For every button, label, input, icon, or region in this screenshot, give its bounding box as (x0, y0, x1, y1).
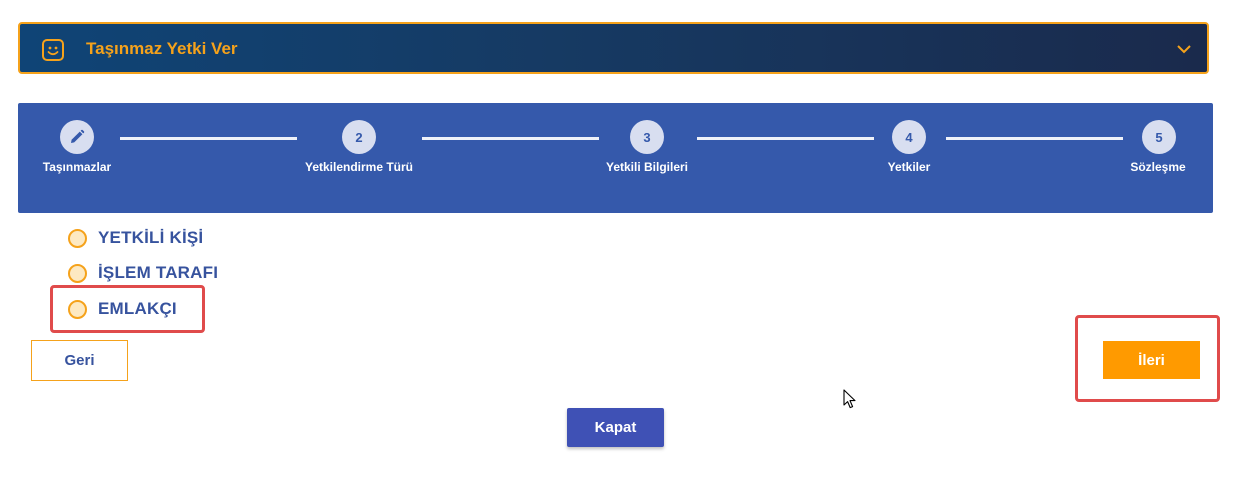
radio-option-yetkili-kisi[interactable]: YETKİLİ KİŞİ (68, 226, 203, 250)
next-button[interactable]: İleri (1103, 341, 1200, 379)
accordion-header[interactable]: Taşınmaz Yetki Ver (18, 22, 1209, 74)
stepper: 2 3 4 5 Taşınmazlar Yetkilendirme Türü Y… (18, 103, 1213, 213)
step-4-label: Yetkiler (887, 160, 931, 174)
step-1-circle[interactable] (60, 120, 94, 154)
step-connector (120, 137, 297, 140)
step-3-label: Yetkili Bilgileri (605, 160, 689, 174)
highlight-box-emlakci (50, 285, 205, 333)
step-connector (946, 137, 1123, 140)
step-3-circle[interactable]: 3 (630, 120, 664, 154)
radio-label: YETKİLİ KİŞİ (98, 228, 204, 247)
step-2-circle[interactable]: 2 (342, 120, 376, 154)
step-5-label: Sözleşme (1130, 160, 1186, 174)
back-button[interactable]: Geri (31, 340, 128, 381)
step-2-label: Yetkilendirme Türü (304, 160, 414, 174)
radio-button[interactable] (68, 263, 87, 283)
step-4-circle[interactable]: 4 (892, 120, 926, 154)
radio-option-islem-tarafi[interactable]: İŞLEM TARAFI (68, 261, 218, 285)
radio-label: İŞLEM TARAFI (98, 263, 219, 282)
smiley-icon (42, 39, 64, 61)
step-connector (422, 137, 599, 140)
step-connector (697, 137, 874, 140)
radio-button[interactable] (68, 228, 87, 248)
step-1-label: Taşınmazlar (42, 160, 112, 174)
pencil-icon (71, 129, 85, 143)
chevron-down-icon[interactable] (1177, 44, 1191, 54)
close-button[interactable]: Kapat (567, 408, 664, 447)
step-5-circle[interactable]: 5 (1142, 120, 1176, 154)
page-title: Taşınmaz Yetki Ver (86, 39, 238, 58)
mouse-cursor-icon (843, 389, 856, 409)
